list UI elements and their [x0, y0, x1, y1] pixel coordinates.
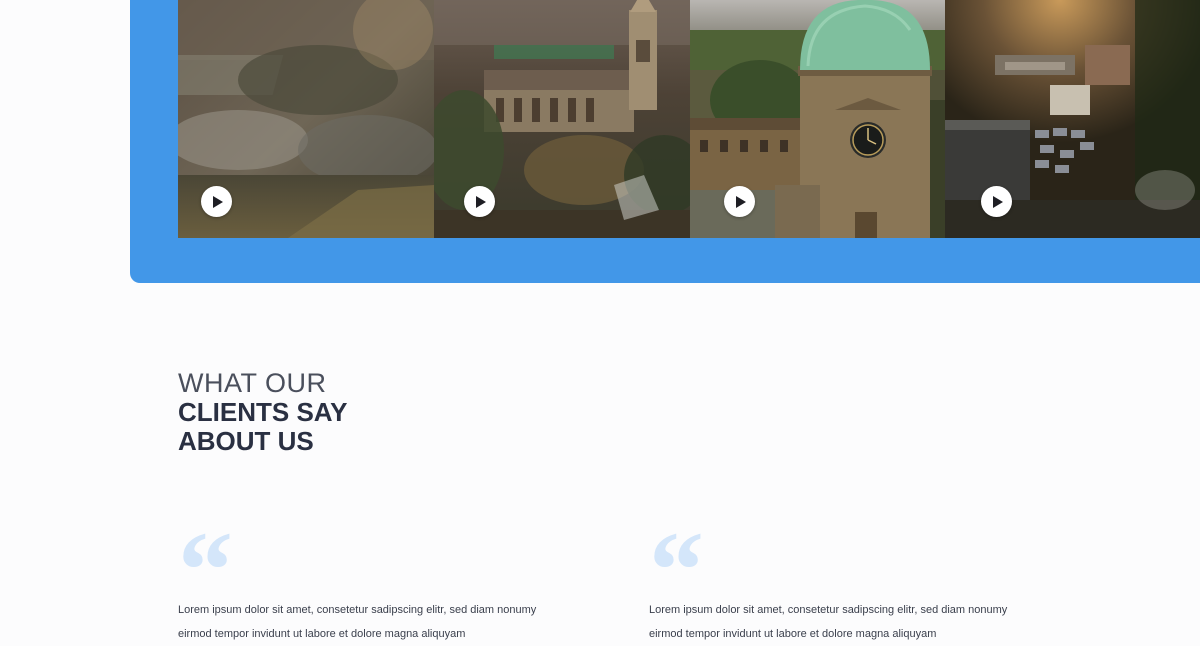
- quote-icon: “: [649, 509, 704, 631]
- quote-icon: “: [178, 509, 233, 631]
- video-thumbnail-sunset-yard[interactable]: [945, 0, 1200, 238]
- video-thumbnail-church[interactable]: [434, 0, 690, 238]
- testimonial-card: “ Lorem ipsum dolor sit amet, consetetur…: [178, 509, 538, 646]
- play-button[interactable]: [201, 186, 232, 217]
- play-button[interactable]: [981, 186, 1012, 217]
- testimonial-card: “ Lorem ipsum dolor sit amet, consetetur…: [649, 509, 1009, 646]
- play-button[interactable]: [464, 186, 495, 217]
- heading-light-line: WHAT OUR: [178, 368, 327, 398]
- play-icon: [993, 195, 1003, 208]
- video-thumbnail-clock-tower[interactable]: [690, 0, 945, 238]
- testimonial-text: Lorem ipsum dolor sit amet, consetetur s…: [178, 604, 537, 640]
- video-thumbnail-village[interactable]: [178, 0, 434, 238]
- heading-bold-line-2: ABOUT US: [178, 426, 314, 456]
- play-icon: [213, 195, 223, 208]
- play-icon: [476, 195, 486, 208]
- heading-bold-line-1: CLIENTS SAY: [178, 397, 348, 427]
- play-button[interactable]: [724, 186, 755, 217]
- video-gallery: [178, 0, 1200, 238]
- testimonials-heading: WHAT OUR CLIENTS SAY ABOUT US: [178, 368, 348, 456]
- testimonial-text: Lorem ipsum dolor sit amet, consetetur s…: [649, 604, 1008, 640]
- play-icon: [736, 195, 746, 208]
